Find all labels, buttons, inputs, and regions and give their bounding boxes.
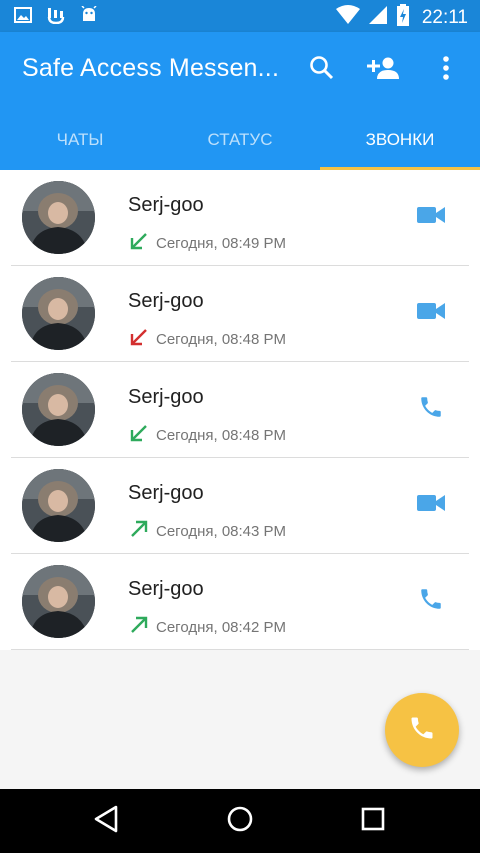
phone-icon	[418, 394, 444, 425]
new-call-fab[interactable]	[385, 693, 459, 767]
video-camera-icon	[417, 301, 445, 326]
status-bar: 22:11	[0, 0, 480, 32]
incoming-call-arrow-icon	[130, 232, 148, 255]
phone-icon	[408, 714, 436, 747]
system-icons: 22:11	[335, 4, 468, 31]
add-contact-icon	[367, 56, 401, 85]
signal-icon	[368, 5, 388, 30]
video-camera-icon	[417, 205, 445, 230]
tab-status[interactable]: СТАТУС	[160, 118, 320, 170]
notification-icons	[14, 5, 98, 29]
call-time: Сегодня, 08:42 PM	[156, 619, 287, 636]
contact-name: Serj-goo	[128, 290, 204, 312]
contact-name: Serj-goo	[128, 578, 204, 600]
usb-debug-icon	[46, 6, 66, 29]
video-call-button[interactable]	[414, 202, 448, 232]
call-meta: Сегодня, 08:43 PM	[130, 520, 286, 543]
android-icon	[80, 5, 98, 29]
more-options-button[interactable]	[426, 52, 466, 88]
avatar[interactable]	[22, 181, 95, 254]
image-icon	[14, 6, 32, 29]
clock: 22:11	[421, 6, 468, 28]
app-title: Safe Access Messen...	[22, 54, 280, 82]
video-call-button[interactable]	[414, 490, 448, 520]
call-row[interactable]: Serj-goo Сегодня, 08:42 PM	[0, 554, 480, 650]
battery-charging-icon	[396, 4, 410, 31]
outgoing-call-arrow-icon	[130, 520, 148, 543]
voice-call-button[interactable]	[414, 394, 448, 424]
call-row[interactable]: Serj-goo Сегодня, 08:48 PM	[0, 362, 480, 458]
avatar[interactable]	[22, 373, 95, 446]
tab-bar: ЧАТЫ СТАТУС ЗВОНКИ	[0, 118, 480, 170]
recents-button[interactable]	[353, 803, 393, 839]
search-button[interactable]	[302, 52, 342, 88]
wifi-icon	[335, 5, 360, 30]
call-time: Сегодня, 08:48 PM	[156, 331, 287, 348]
call-meta: Сегодня, 08:48 PM	[130, 424, 286, 447]
call-meta: Сегодня, 08:42 PM	[130, 616, 286, 639]
avatar[interactable]	[22, 277, 95, 350]
home-button[interactable]	[220, 803, 260, 839]
contact-name: Serj-goo	[128, 194, 204, 216]
contact-name: Serj-goo	[128, 386, 204, 408]
outgoing-call-arrow-icon	[130, 616, 148, 639]
video-call-button[interactable]	[414, 298, 448, 328]
contact-name: Serj-goo	[128, 482, 204, 504]
incoming-call-arrow-icon	[130, 424, 148, 447]
app-actions	[280, 52, 466, 88]
phone-icon	[418, 586, 444, 617]
call-time: Сегодня, 08:49 PM	[156, 235, 287, 252]
divider	[11, 649, 469, 650]
tab-calls[interactable]: ЗВОНКИ	[320, 118, 480, 170]
avatar[interactable]	[22, 565, 95, 638]
call-time: Сегодня, 08:48 PM	[156, 427, 287, 444]
call-meta: Сегодня, 08:48 PM	[130, 328, 286, 351]
system-navigation-bar	[0, 789, 480, 853]
more-options-icon	[442, 55, 450, 86]
call-row[interactable]: Serj-goo Сегодня, 08:43 PM	[0, 458, 480, 554]
back-icon	[93, 805, 119, 838]
back-button[interactable]	[86, 803, 126, 839]
home-icon	[226, 805, 254, 838]
voice-call-button[interactable]	[414, 586, 448, 616]
call-row[interactable]: Serj-goo Сегодня, 08:48 PM	[0, 266, 480, 362]
call-list: Serj-goo Сегодня, 08:49 PM Serj-goo Сего…	[0, 170, 480, 650]
call-row[interactable]: Serj-goo Сегодня, 08:49 PM	[0, 170, 480, 266]
video-camera-icon	[417, 493, 445, 518]
app-bar: Safe Access Messen... ЧАТЫ СТАТУС ЗВОНКИ	[0, 32, 480, 170]
call-time: Сегодня, 08:43 PM	[156, 523, 287, 540]
missed-call-arrow-icon	[130, 328, 148, 351]
add-contact-button[interactable]	[364, 52, 404, 88]
tab-chats[interactable]: ЧАТЫ	[0, 118, 160, 170]
recents-icon	[361, 807, 385, 836]
search-icon	[309, 55, 335, 86]
avatar[interactable]	[22, 469, 95, 542]
call-meta: Сегодня, 08:49 PM	[130, 232, 286, 255]
